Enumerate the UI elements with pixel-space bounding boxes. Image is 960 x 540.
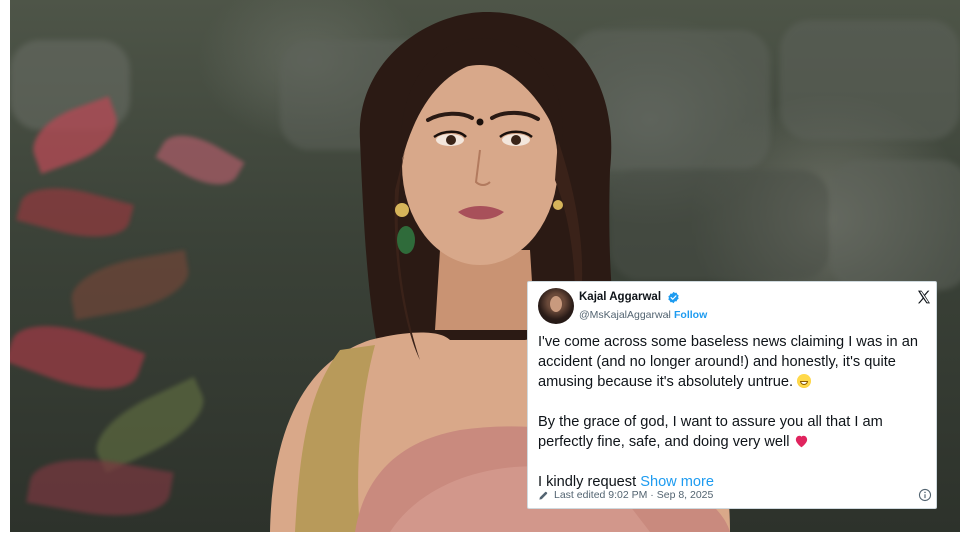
follow-button[interactable]: Follow (674, 309, 707, 321)
red-heart-icon (795, 435, 807, 448)
handle-separator: · (666, 309, 670, 321)
show-more-link[interactable]: Show more (640, 474, 714, 490)
author-name[interactable]: Kajal Aggarwal (579, 291, 661, 303)
tweet-paragraph-1: I've come across some baseless news clai… (538, 332, 936, 392)
tweet-paragraph-1-text: I've come across some baseless news clai… (538, 334, 918, 390)
grinning-face-emoji-icon (797, 374, 812, 388)
tweet-paragraph-3-text: I kindly request (538, 474, 637, 490)
tweet-text: I've come across some baseless news clai… (538, 332, 936, 512)
last-edited-timestamp[interactable]: Last edited 9:02 PM · Sep 8, 2025 (554, 489, 713, 501)
author-avatar[interactable] (538, 288, 574, 324)
embedded-tweet-card[interactable]: Kajal Aggarwal @MsKajalAggarwal · Follow… (527, 281, 937, 509)
tweet-paragraph-2: By the grace of god, I want to assure yo… (538, 412, 936, 452)
x-logo-icon[interactable] (916, 289, 932, 305)
info-icon[interactable] (918, 488, 932, 502)
author-handle[interactable]: @MsKajalAggarwal (579, 309, 671, 321)
tweet-paragraph-2-text: By the grace of god, I want to assure yo… (538, 414, 883, 450)
verified-badge-icon (668, 291, 679, 304)
edit-pencil-icon (539, 491, 548, 500)
